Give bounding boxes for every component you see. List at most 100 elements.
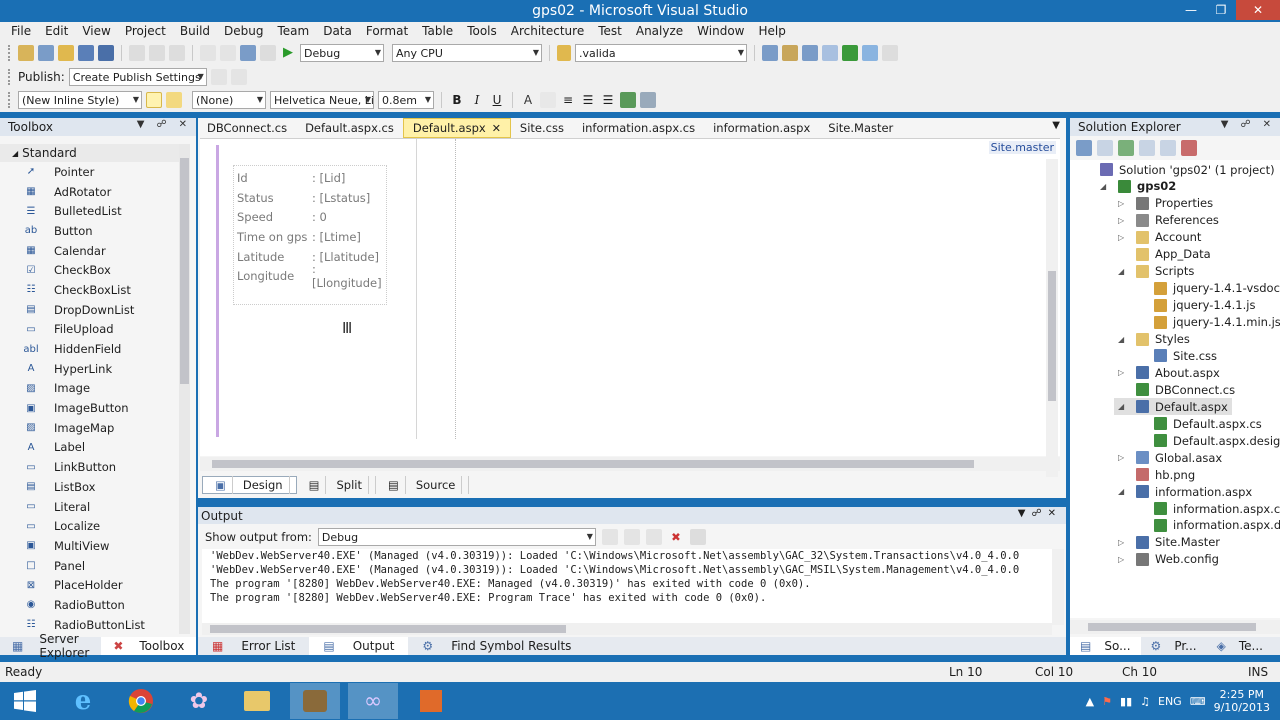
menu-team[interactable]: Team [270, 24, 316, 38]
expander-icon[interactable]: ▷ [1118, 538, 1128, 547]
output-horizontal-scrollbar[interactable] [202, 623, 1052, 635]
properties-window-icon[interactable] [1076, 140, 1092, 156]
tree-node[interactable]: ◢ Scripts [1118, 263, 1194, 280]
tab-default-aspx-cs[interactable]: Default.aspx.cs [296, 118, 403, 138]
expander-icon[interactable]: ◢ [1100, 182, 1110, 191]
menu-data[interactable]: Data [316, 24, 359, 38]
expander-icon[interactable]: ◢ [1118, 487, 1128, 496]
tree-node[interactable]: ▷ Global.asax [1118, 449, 1222, 466]
expander-icon[interactable]: ◢ [1118, 402, 1128, 411]
paint-app[interactable]: ✿ [174, 683, 224, 719]
toolbox-item-button[interactable]: ab Button [0, 221, 180, 241]
paste-icon[interactable] [169, 45, 185, 61]
solution-configuration-select[interactable]: Debug ▼ [300, 44, 384, 62]
underline-button[interactable]: U [489, 93, 505, 107]
new-project-icon[interactable] [18, 45, 34, 61]
publish-profile-select[interactable]: Create Publish Settings ▼ [68, 68, 207, 86]
font-color-button[interactable]: A [520, 93, 536, 107]
italic-button[interactable]: I [469, 93, 485, 107]
menu-architecture[interactable]: Architecture [504, 24, 591, 38]
toolbox-item-label[interactable]: A Label [0, 438, 180, 458]
toolbox-item-calendar[interactable]: ▦ Calendar [0, 241, 180, 261]
open-file-icon[interactable] [58, 45, 74, 61]
toolbox-item-radiobutton[interactable]: ◉ RadioButton [0, 595, 180, 615]
tab-right-3[interactable]: ▦Cl... [1273, 637, 1280, 655]
toolbox-item-placeholder[interactable]: ⊠ PlaceHolder [0, 575, 180, 595]
tree-node[interactable]: Default.aspx.designer.cs [1136, 432, 1280, 449]
menu-test[interactable]: Test [591, 24, 629, 38]
clock[interactable]: 2:25 PM 9/10/2013 [1214, 688, 1270, 714]
cut-icon[interactable] [129, 45, 145, 61]
solution-explorer-icon[interactable] [762, 45, 778, 61]
tree-node[interactable]: jquery-1.4.1.min.js [1136, 314, 1280, 331]
chrome-app[interactable] [116, 683, 166, 719]
align-icon[interactable]: ≡ [560, 92, 576, 108]
tree-node[interactable]: ▷ About.aspx [1118, 364, 1220, 381]
table-row[interactable]: Status: [Lstatus] [234, 188, 388, 208]
style-apply-icon[interactable] [146, 92, 162, 108]
output-panel-buttons[interactable]: ▼☍✕ [1018, 508, 1062, 519]
keyboard-icon[interactable]: ⌨ [1190, 695, 1206, 708]
style-reset-icon[interactable] [166, 92, 182, 108]
start-debugging-icon[interactable]: ▶ [280, 45, 296, 61]
close-window-button[interactable]: ✕ [1236, 0, 1280, 20]
table-row[interactable]: Time on gps: [Ltime] [234, 227, 388, 247]
toolbox-item-bulletedlist[interactable]: ☰ BulletedList [0, 201, 180, 221]
redo-icon[interactable] [220, 45, 236, 61]
solution-platform-select[interactable]: Any CPU ▼ [392, 44, 542, 62]
publish-settings-icon[interactable] [230, 69, 247, 85]
tab-right-2[interactable]: ◈ Te... [1207, 637, 1273, 655]
expander-icon[interactable]: ▷ [1118, 555, 1128, 564]
numbered-list-icon[interactable]: ☰ [580, 92, 596, 108]
tab-site-master[interactable]: Site.Master [819, 118, 902, 138]
tree-node[interactable]: ◢ information.aspx [1118, 483, 1252, 500]
tree-node[interactable]: Solution 'gps02' (1 project) [1082, 161, 1275, 178]
tab-default-aspx[interactable]: Default.aspx ✕ [402, 118, 511, 138]
navigate-backward-icon[interactable] [240, 45, 256, 61]
internet-explorer-app[interactable]: e [58, 683, 108, 719]
tab-right-1[interactable]: ⚙ Pr... [1141, 637, 1207, 655]
properties-icon[interactable] [782, 45, 798, 61]
tab-split[interactable]: ▤ Split [297, 476, 376, 494]
tree-node[interactable]: ▷ Site.Master [1118, 534, 1220, 551]
expander-icon[interactable]: ◢ [1118, 267, 1128, 276]
refresh-icon[interactable] [1118, 140, 1134, 156]
tree-node[interactable]: ▷ Properties [1118, 195, 1213, 212]
hyperlink-icon[interactable] [620, 92, 636, 108]
tree-node[interactable]: jquery-1.4.1.js [1136, 297, 1255, 314]
visual-studio-app[interactable]: ∞ [348, 683, 398, 719]
expander-icon[interactable]: ▷ [1118, 453, 1128, 462]
expander-icon[interactable]: ▷ [1118, 216, 1128, 225]
view-designer-icon[interactable] [1160, 140, 1176, 156]
previous-message-icon[interactable] [623, 529, 640, 545]
details-table[interactable]: Id: [Lid] Status: [Lstatus] Speed: 0 Time o… [233, 165, 387, 305]
next-message-icon[interactable] [645, 529, 662, 545]
tab-toolbox[interactable]: ✖ Toolbox [101, 637, 197, 655]
start-page-icon[interactable] [842, 45, 858, 61]
tree-node[interactable]: App_Data [1118, 246, 1211, 263]
tab-site-css[interactable]: Site.css [511, 118, 573, 138]
action-center-icon[interactable]: ⚑ [1102, 695, 1112, 708]
tab-right-0[interactable]: ▤ So... [1070, 637, 1141, 655]
tree-node[interactable]: Default.aspx.cs [1136, 415, 1262, 432]
tab-error-list[interactable]: ▦ Error List [198, 637, 309, 655]
tab-overflow-icon[interactable]: ▼ [1052, 120, 1060, 131]
toolbox-item-adrotator[interactable]: ▦ AdRotator [0, 182, 180, 202]
save-all-icon[interactable] [98, 45, 114, 61]
menu-window[interactable]: Window [690, 24, 751, 38]
expander-icon[interactable]: ▷ [1118, 199, 1128, 208]
design-surface[interactable]: Site.master Id: [Lid] Status: [Lstatus] Sp… [200, 138, 1060, 477]
target-rule-select[interactable]: (None) ▼ [192, 91, 266, 109]
close-tab-icon[interactable]: ✕ [492, 122, 501, 135]
toolbox-scrollbar[interactable] [179, 144, 190, 634]
tree-node[interactable]: ◢ gps02 [1100, 178, 1176, 195]
solution-explorer-scrollbar[interactable] [1070, 620, 1280, 634]
tree-node[interactable]: ◢ Default.aspx [1114, 398, 1232, 416]
tab-find-symbol-results[interactable]: ⚙ Find Symbol Results [408, 637, 585, 655]
publish-web-icon[interactable] [210, 69, 227, 85]
expander-icon[interactable]: ◢ [1118, 335, 1128, 344]
toolbox-item-dropdownlist[interactable]: ▤ DropDownList [0, 300, 180, 320]
word-wrap-icon[interactable] [689, 529, 706, 545]
bulleted-list-icon[interactable]: ☰ [600, 92, 616, 108]
tab-output[interactable]: ▤ Output [309, 637, 409, 655]
